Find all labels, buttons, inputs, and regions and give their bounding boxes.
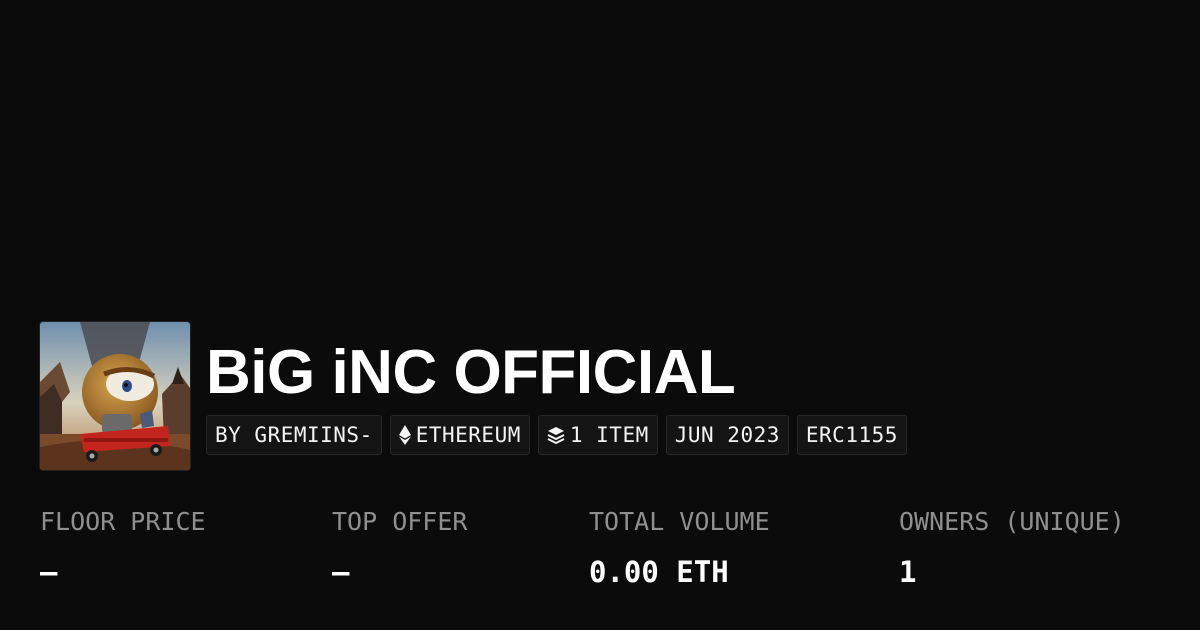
created-date-tag-label: JUN 2023: [674, 423, 780, 447]
owners-stat: OWNERS (UNIQUE) 1: [899, 505, 1125, 590]
collection-title: BiG iNC OFFICIAL: [206, 338, 736, 407]
items-tag-label: 1 ITEM: [569, 423, 649, 447]
top-offer-value: —: [332, 555, 350, 589]
items-tag: 1 ITEM: [537, 415, 658, 455]
owners-label: OWNERS (UNIQUE): [899, 507, 1125, 536]
creator-tag[interactable]: BY GREMIINS-: [206, 415, 382, 455]
layers-icon: [547, 426, 565, 444]
floor-price-label: FLOOR PRICE: [40, 507, 206, 536]
chain-tag: ETHEREUM: [389, 415, 530, 455]
collection-tags: BY GREMIINS- ETHEREUM 1 ITEM JUN 2023 ER…: [206, 415, 907, 455]
total-volume-stat: TOTAL VOLUME 0.00 ETH: [589, 505, 770, 590]
top-offer-label: TOP OFFER: [332, 507, 468, 536]
total-volume-label: TOTAL VOLUME: [589, 507, 770, 536]
collection-avatar-artwork: [40, 322, 190, 470]
floor-price-stat: FLOOR PRICE —: [40, 505, 206, 590]
token-standard-tag-label: ERC1155: [805, 423, 898, 447]
creator-tag-label: BY GREMIINS-: [215, 423, 373, 447]
chain-tag-label: ETHEREUM: [415, 423, 521, 447]
owners-value: 1: [899, 555, 917, 589]
created-date-tag: JUN 2023: [665, 415, 789, 455]
top-offer-stat: TOP OFFER —: [332, 505, 467, 590]
collection-avatar: [40, 322, 190, 470]
token-standard-tag: ERC1155: [796, 415, 907, 455]
floor-price-value: —: [40, 555, 58, 589]
ethereum-icon: [398, 425, 411, 445]
total-volume-value: 0.00 ETH: [589, 555, 729, 589]
